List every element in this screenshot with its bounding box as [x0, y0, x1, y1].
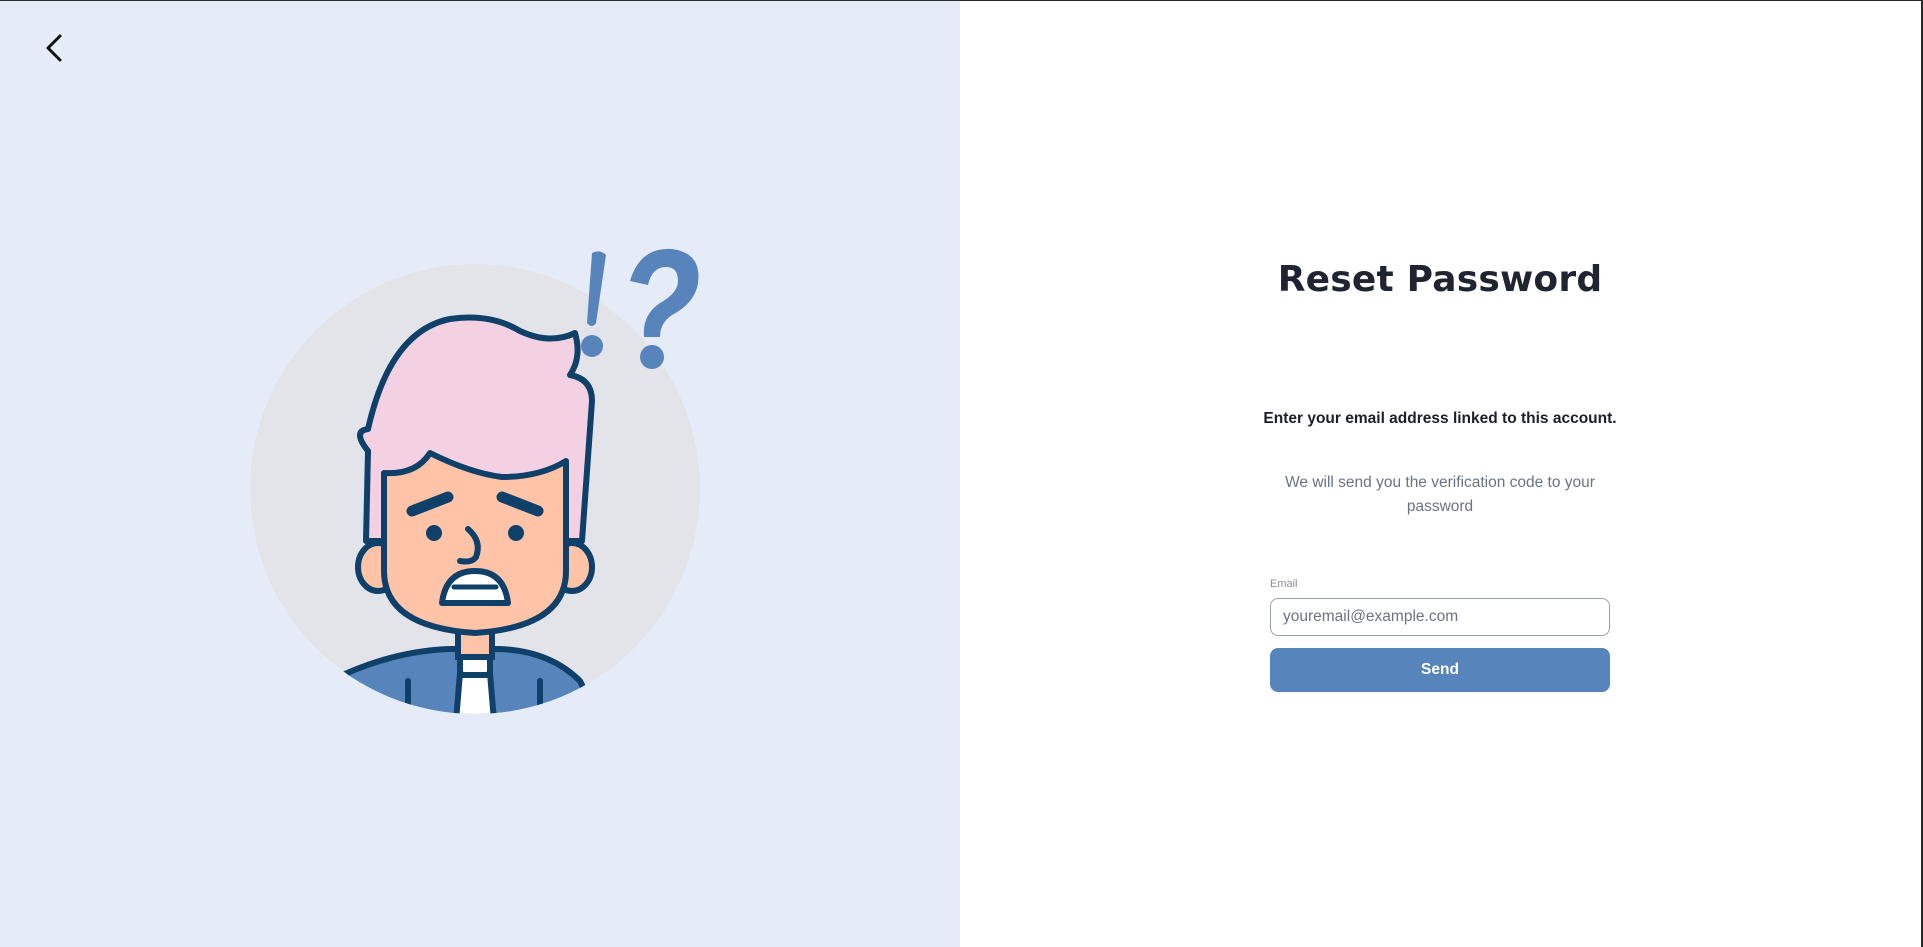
form-description: We will send you the verification code t…	[1285, 474, 1595, 515]
form-panel: Reset Password Enter your email address …	[960, 1, 1923, 947]
left-eye	[426, 525, 442, 541]
reset-password-page: Reset Password Enter your email address …	[0, 0, 1923, 947]
page-title: Reset Password	[1277, 259, 1603, 300]
form-subtitle: Enter your email address linked to this …	[1263, 410, 1617, 427]
send-button[interactable]: Send	[1270, 648, 1610, 692]
illustration-panel	[0, 1, 960, 947]
email-label: Email	[1270, 578, 1298, 590]
email-field[interactable]	[1270, 598, 1610, 636]
right-eye	[508, 525, 524, 541]
chevron-left-icon	[46, 34, 62, 62]
back-button[interactable]	[38, 31, 72, 65]
confused-person-illustration	[250, 248, 700, 714]
